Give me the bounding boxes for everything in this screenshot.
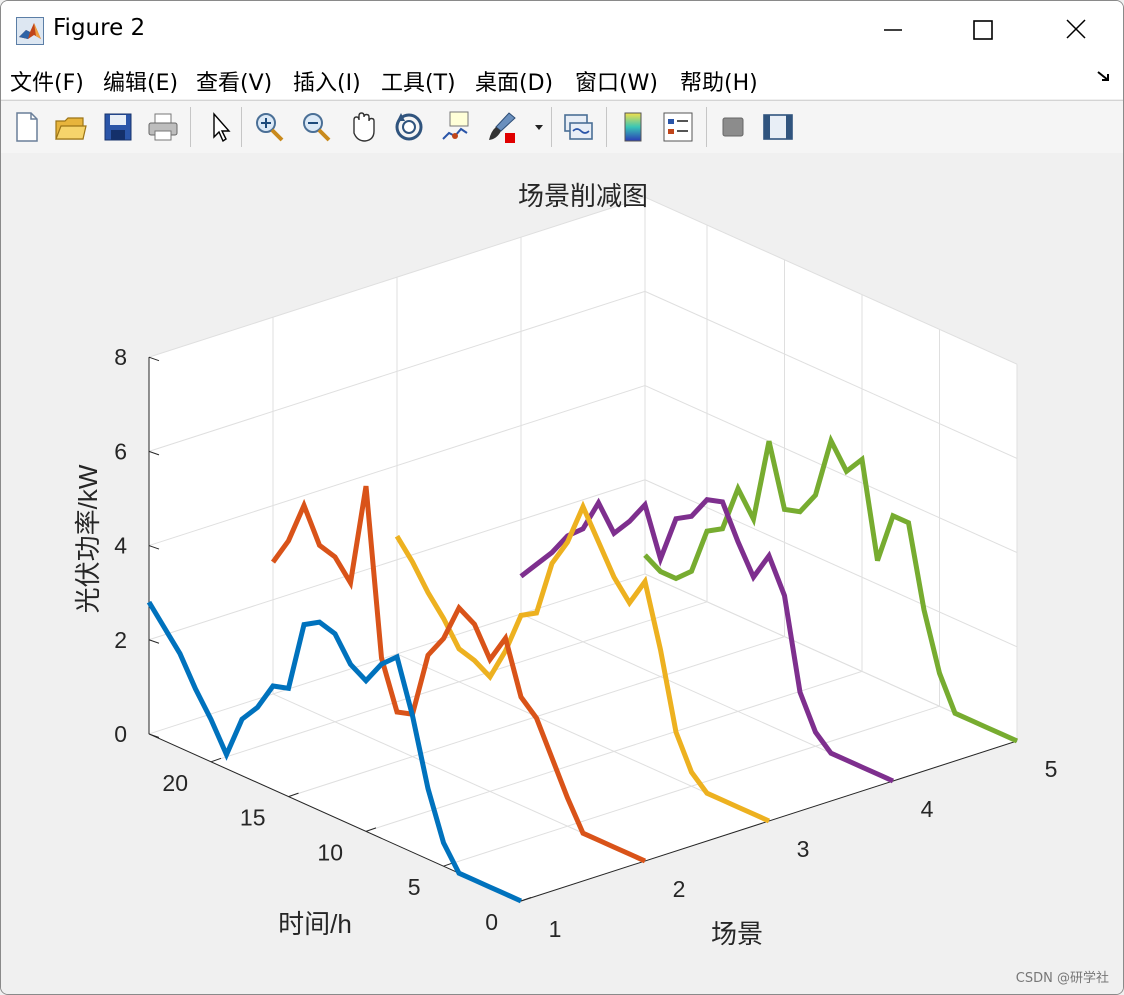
- matlab-icon: [16, 17, 44, 45]
- title-bar: Figure 2: [1, 1, 1123, 59]
- chart-title: 场景削减图: [518, 181, 648, 211]
- pan-hand-icon[interactable]: [346, 109, 380, 145]
- toolbar-separator: [241, 107, 242, 147]
- toolbar-separator: [706, 107, 707, 147]
- plot-area[interactable]: 1 2 3 4 5 0 5 10 15 20 0 2 4 6 8 场景削减图 场景 时间/h 光伏功率/kW: [1, 153, 1123, 994]
- menu-bar: 文件(F) 编辑(E) 查看(V) 插入(I) 工具(T) 桌面(D) 窗口(W…: [1, 59, 1123, 99]
- x-tick-label: 2: [673, 876, 686, 902]
- menu-insert[interactable]: 插入(I): [293, 65, 361, 97]
- axes-back-panels: [149, 197, 1017, 901]
- menu-tools[interactable]: 工具(T): [381, 65, 456, 97]
- menu-desktop[interactable]: 桌面(D): [475, 65, 553, 97]
- close-button[interactable]: [1054, 9, 1098, 51]
- dock-arrow-icon[interactable]: [1095, 67, 1113, 85]
- maximize-button[interactable]: [961, 9, 1005, 51]
- z-tick-label: 6: [114, 438, 127, 464]
- x-tick-label: 1: [549, 916, 562, 942]
- y-tick-label: 20: [162, 770, 188, 796]
- figure-canvas: 1 2 3 4 5 0 5 10 15 20 0 2 4 6 8 场景削减图 场景 时间/h 光伏功率/kW…: [1, 153, 1123, 994]
- z-axis-label: 光伏功率/kW: [73, 464, 103, 613]
- z-tick-label: 4: [114, 533, 127, 559]
- legend-icon[interactable]: [661, 109, 695, 145]
- toolbar: [1, 100, 1123, 154]
- chevron-down-icon[interactable]: [531, 109, 547, 145]
- print-icon[interactable]: [146, 109, 180, 145]
- open-folder-icon[interactable]: [53, 109, 87, 145]
- z-tick-label: 2: [114, 627, 127, 653]
- window-title: Figure 2: [53, 15, 146, 41]
- y-tick-label: 0: [485, 909, 498, 935]
- z-tick-label: 0: [114, 721, 127, 747]
- rotate-3d-icon[interactable]: [392, 109, 426, 145]
- menu-view[interactable]: 查看(V): [196, 65, 272, 97]
- y-tick-label: 5: [408, 874, 421, 900]
- z-tick-label: 8: [114, 344, 127, 370]
- zoom-in-icon[interactable]: [253, 109, 287, 145]
- show-plot-tools-icon[interactable]: [761, 109, 795, 145]
- toolbar-separator: [190, 107, 191, 147]
- y-tick-label: 10: [317, 839, 343, 865]
- menu-edit[interactable]: 编辑(E): [103, 65, 178, 97]
- new-file-icon[interactable]: [9, 109, 43, 145]
- minimize-button[interactable]: [871, 9, 915, 51]
- y-tick-label: 15: [240, 805, 266, 831]
- figure-window: Figure 2 文件(F) 编辑(E) 查看(V) 插入(I) 工具(T) 桌…: [0, 0, 1124, 995]
- colorbar-icon[interactable]: [616, 109, 650, 145]
- save-icon[interactable]: [101, 109, 135, 145]
- link-plot-icon[interactable]: [561, 109, 595, 145]
- y-axis-label: 时间/h: [278, 909, 352, 939]
- zoom-out-icon[interactable]: [300, 109, 334, 145]
- menu-file[interactable]: 文件(F): [10, 65, 84, 97]
- toolbar-separator: [606, 107, 607, 147]
- data-tips-icon[interactable]: [439, 109, 473, 145]
- menu-window[interactable]: 窗口(W): [575, 65, 658, 97]
- x-tick-label: 3: [797, 836, 810, 862]
- watermark: CSDN @研学社: [1015, 971, 1109, 986]
- hide-plot-tools-icon[interactable]: [716, 109, 750, 145]
- x-tick-label: 4: [921, 796, 934, 822]
- brush-icon[interactable]: [485, 109, 519, 145]
- pointer-icon[interactable]: [204, 109, 238, 145]
- x-tick-label: 5: [1045, 756, 1058, 782]
- menu-help[interactable]: 帮助(H): [680, 65, 758, 97]
- toolbar-separator: [551, 107, 552, 147]
- x-axis-label: 场景: [711, 919, 763, 949]
